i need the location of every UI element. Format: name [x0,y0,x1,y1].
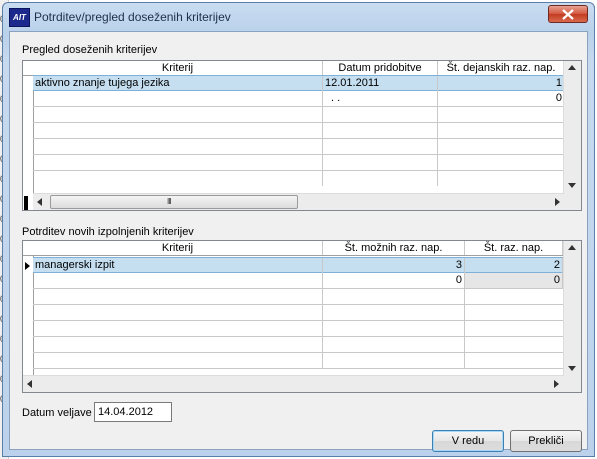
horizontal-scrollbar[interactable]: III [33,193,564,210]
horizontal-scrollbar[interactable] [23,375,564,392]
cell-kriterij[interactable]: managerski izpit [33,258,323,273]
close-button[interactable] [548,5,588,23]
grid-header: Kriterij Datum pridobitve Št. dejanskih … [23,61,565,76]
date-label: Datum veljave [22,407,92,419]
empty-row [33,321,563,337]
horizontal-scroll-thumb[interactable]: III [50,195,298,209]
table-row[interactable]: managerski izpit 3 2 [33,257,563,273]
achieved-criteria-grid: Kriterij Datum pridobitve Št. dejanskih … [22,60,582,211]
dialog-client-area: Pregled doseženih kriterijev Kriterij Da… [9,31,588,452]
table-row[interactable]: 0 0 [33,273,563,289]
empty-row [33,155,565,171]
empty-row [33,337,563,353]
column-header-kriterij[interactable]: Kriterij [33,61,323,75]
cell-st-moznih[interactable]: 3 [323,258,465,273]
scroll-up-icon[interactable] [568,65,576,70]
column-header-st-raz[interactable]: Št. raz. nap. [465,241,563,255]
cancel-button[interactable]: Prekliči [510,430,582,452]
cell-datum[interactable]: . . [323,91,438,106]
empty-row [33,107,565,123]
cell-st[interactable]: 0 [438,91,565,106]
scroll-grip-icon: III [167,197,172,206]
vertical-scrollbar[interactable] [563,61,581,193]
dialog-window: AIT Potrditev/pregled doseženih kriterij… [2,2,595,457]
scroll-right-icon[interactable] [555,198,560,206]
column-header-st-dejanskih[interactable]: Št. dejanskih raz. nap. [438,61,565,75]
cell-kriterij[interactable] [33,273,323,288]
title-bar[interactable]: AIT Potrditev/pregled doseženih kriterij… [3,3,594,31]
empty-row [33,305,563,321]
cell-st-raz[interactable]: 2 [465,258,563,273]
cell-st-raz[interactable]: 0 [465,273,563,288]
cell-st[interactable]: 1 [438,76,565,91]
window-title: Potrditev/pregled doseženih kriterijev [34,10,231,24]
table-row[interactable]: . . 0 [33,91,565,107]
date-field[interactable]: 14.04.2012 [94,402,172,422]
section2-label: Potrditev novih izpolnjenih kriterijev [22,226,194,238]
scroll-up-icon[interactable] [568,245,576,250]
empty-row [33,171,565,187]
scroll-down-icon[interactable] [568,366,576,371]
cell-kriterij[interactable] [33,91,323,106]
column-header-datum[interactable]: Datum pridobitve [323,61,438,75]
scroll-left-icon[interactable] [37,198,42,206]
column-header-st-moznih[interactable]: Št. možnih raz. nap. [323,241,465,255]
table-row[interactable]: aktivno znanje tujega jezika 12.01.2011 … [33,75,565,91]
app-icon: AIT [9,8,30,27]
scroll-down-icon[interactable] [568,183,576,188]
empty-row [33,289,563,305]
new-criteria-grid: Kriterij Št. možnih raz. nap. Št. raz. n… [22,240,582,393]
cell-datum[interactable]: 12.01.2011 [323,76,438,91]
empty-row [33,123,565,139]
close-icon [562,9,574,20]
empty-row [33,353,563,369]
empty-row [33,139,565,155]
vertical-scrollbar[interactable] [563,241,581,392]
column-header-kriterij[interactable]: Kriterij [33,241,323,255]
ok-button[interactable]: V redu [432,430,504,452]
current-row-icon [25,262,30,270]
section1-label: Pregled doseženih kriterijev [22,44,158,56]
grid-header: Kriterij Št. možnih raz. nap. Št. raz. n… [23,241,565,256]
scrollbar-corner [564,193,581,210]
scroll-right-icon[interactable] [554,380,559,388]
cell-kriterij[interactable]: aktivno znanje tujega jezika [33,76,323,91]
scroll-left-icon[interactable] [27,380,32,388]
cell-st-moznih[interactable]: 0 [323,273,465,288]
